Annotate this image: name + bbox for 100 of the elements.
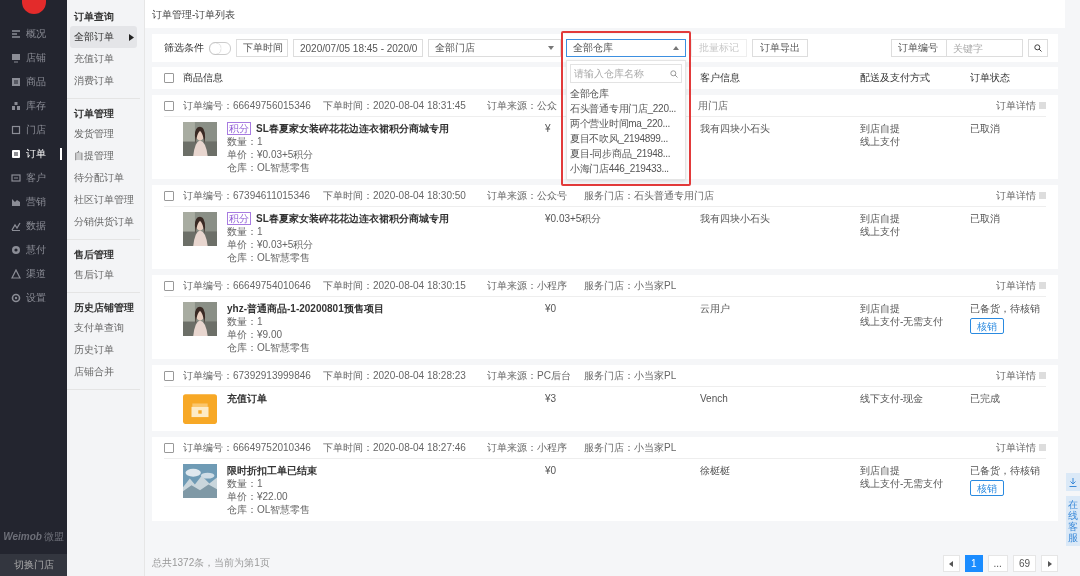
delivery-method: 线上支付-无需支付	[860, 478, 944, 489]
online-service-button[interactable]: 在线客服	[1065, 496, 1080, 546]
submenu-item[interactable]: 售后订单	[70, 264, 137, 286]
dropdown-option[interactable]: 夏目不吹风_2194899...	[567, 131, 685, 146]
submenu-item[interactable]: 支付单查询	[70, 317, 137, 339]
nav-item[interactable]: 店铺	[0, 46, 67, 70]
search-type-select[interactable]: 订单编号	[891, 39, 947, 57]
product-detail: 单价：¥22.00	[227, 491, 288, 502]
service-store: 用门店	[698, 99, 728, 111]
submenu-item[interactable]: 消费订单	[70, 70, 137, 92]
order-detail-link[interactable]: 订单详情	[996, 188, 1046, 203]
submenu-item[interactable]: 历史订单	[70, 339, 137, 361]
submenu-item[interactable]: 全部订单	[70, 26, 137, 48]
product-name: 充值订单	[227, 392, 267, 405]
menu-group-title: 订单管理	[73, 107, 115, 121]
order-detail-link[interactable]: 订单详情	[996, 368, 1046, 383]
submenu-item[interactable]: 店铺合并	[70, 361, 137, 383]
order-detail-link[interactable]: 订单详情	[996, 98, 1046, 113]
page-button[interactable]: ...	[987, 554, 1008, 572]
submenu-item[interactable]: 分销供货订单	[70, 211, 137, 233]
nav-item[interactable]: 门店	[0, 118, 67, 142]
checkbox[interactable]	[164, 370, 174, 381]
order-time: 下单时间：2020-08-04 18:30:50	[323, 189, 466, 201]
column-header: 配送及支付方式	[860, 72, 930, 83]
dropdown-option[interactable]: 石头普通专用门店_220...	[567, 101, 685, 116]
submenu-item[interactable]: 社区订单管理	[70, 189, 137, 211]
verify-button[interactable]: 核销	[970, 480, 1004, 496]
amount: ¥3	[545, 393, 557, 404]
menu-group-title: 售后管理	[73, 248, 115, 262]
filter-toggle[interactable]	[209, 41, 231, 55]
search-button[interactable]	[1028, 39, 1048, 57]
points-tag: 积分	[227, 212, 251, 225]
checkbox[interactable]	[164, 190, 174, 201]
submenu-item[interactable]: 发货管理	[70, 123, 137, 145]
date-range-field[interactable]: 2020/07/05 18:45 - 2020/0	[293, 39, 423, 57]
order-status: 已取消	[970, 213, 1000, 224]
nav-item[interactable]: 订单	[0, 142, 67, 166]
nav-item[interactable]: 库存	[0, 94, 67, 118]
boxes-icon	[11, 101, 21, 111]
service-store: 服务门店：小当家PL	[584, 369, 677, 381]
amount: ¥0.03+5积分	[545, 213, 602, 224]
submenu-item[interactable]: 待分配订单	[70, 167, 137, 189]
time-type-select[interactable]: 下单时间	[236, 39, 288, 57]
order-source: 订单来源：公众	[487, 99, 557, 111]
monitor-icon	[11, 53, 21, 63]
keyword-field[interactable]: 关键字	[947, 39, 1023, 57]
dropdown-option[interactable]: 小海门店446_219433...	[567, 161, 685, 176]
store-select[interactable]: 全部门店	[428, 39, 561, 57]
order-status: 已备货，待核销	[970, 303, 1040, 314]
service-store: 服务门店：小当家PL	[584, 279, 677, 291]
customer: 我有四块小石头	[700, 123, 770, 134]
warehouse-search-field[interactable]: 请输入仓库名称	[570, 64, 682, 83]
nav-item[interactable]: 商品	[0, 70, 67, 94]
page-button[interactable]: 69	[1012, 554, 1036, 572]
amount: ¥	[545, 123, 551, 134]
dropdown-option[interactable]: 全部仓库	[567, 86, 685, 101]
product-detail: 数量：1	[227, 226, 263, 237]
service-store: 服务门店：小当家PL	[584, 441, 677, 453]
order-number: 订单编号：67392913999846	[183, 369, 311, 381]
export-button[interactable]: 订单导出	[752, 39, 808, 57]
nav-item[interactable]: 数据	[0, 214, 67, 238]
order-time: 下单时间：2020-08-04 18:30:15	[323, 279, 466, 291]
product-name: SL春夏家女装碎花花边连衣裙积分商城专用	[256, 212, 449, 225]
download-icon	[1068, 477, 1077, 487]
caret-icon	[1047, 560, 1052, 567]
previous-page-button[interactable]	[942, 554, 960, 572]
order-status: 已备货，待核销	[970, 465, 1040, 476]
order-detail-link[interactable]: 订单详情	[996, 278, 1046, 293]
checkbox[interactable]	[164, 100, 174, 111]
verify-button[interactable]: 核销	[970, 318, 1004, 334]
dropdown-option[interactable]: 夏目-同步商品_21948...	[567, 146, 685, 161]
nav-item[interactable]: 渠道	[0, 262, 67, 286]
checkbox[interactable]	[164, 280, 174, 291]
order-status: 已完成	[970, 393, 1000, 404]
caret-icon	[673, 46, 679, 50]
column-header: 商品信息	[183, 72, 223, 83]
order-number: 订单编号：66649752010346	[183, 441, 311, 453]
checkbox[interactable]	[164, 73, 174, 83]
nav-item[interactable]: 慧付	[0, 238, 67, 262]
order-time: 下单时间：2020-08-04 18:31:45	[323, 99, 466, 111]
page-button[interactable]: 1	[964, 554, 983, 572]
nav-item[interactable]: 营销	[0, 190, 67, 214]
switch-store-button[interactable]: 切换门店	[0, 554, 67, 576]
chart-icon	[11, 221, 21, 231]
download-button[interactable]	[1065, 473, 1080, 491]
warehouse-select[interactable]: 全部仓库	[566, 39, 686, 57]
brand-logo: Weimob	[3, 531, 42, 542]
order-detail-link[interactable]: 订单详情	[996, 440, 1046, 455]
product-name: SL春夏家女装碎花花边连衣裙积分商城专用	[256, 122, 449, 135]
dropdown-option[interactable]: 两个营业时间ma_220...	[567, 116, 685, 131]
product-name: 限时折扣工单已结束	[227, 464, 317, 477]
checkbox[interactable]	[164, 442, 174, 453]
filter-label: 筛选条件	[164, 41, 204, 55]
nav-item[interactable]: 概况	[0, 22, 67, 46]
submenu-item[interactable]: 自提管理	[70, 145, 137, 167]
nav-item[interactable]: 设置	[0, 286, 67, 310]
nav-item[interactable]: 客户	[0, 166, 67, 190]
submenu-item[interactable]: 充值订单	[70, 48, 137, 70]
arrow-icon	[129, 33, 134, 41]
next-page-button[interactable]	[1041, 554, 1058, 572]
